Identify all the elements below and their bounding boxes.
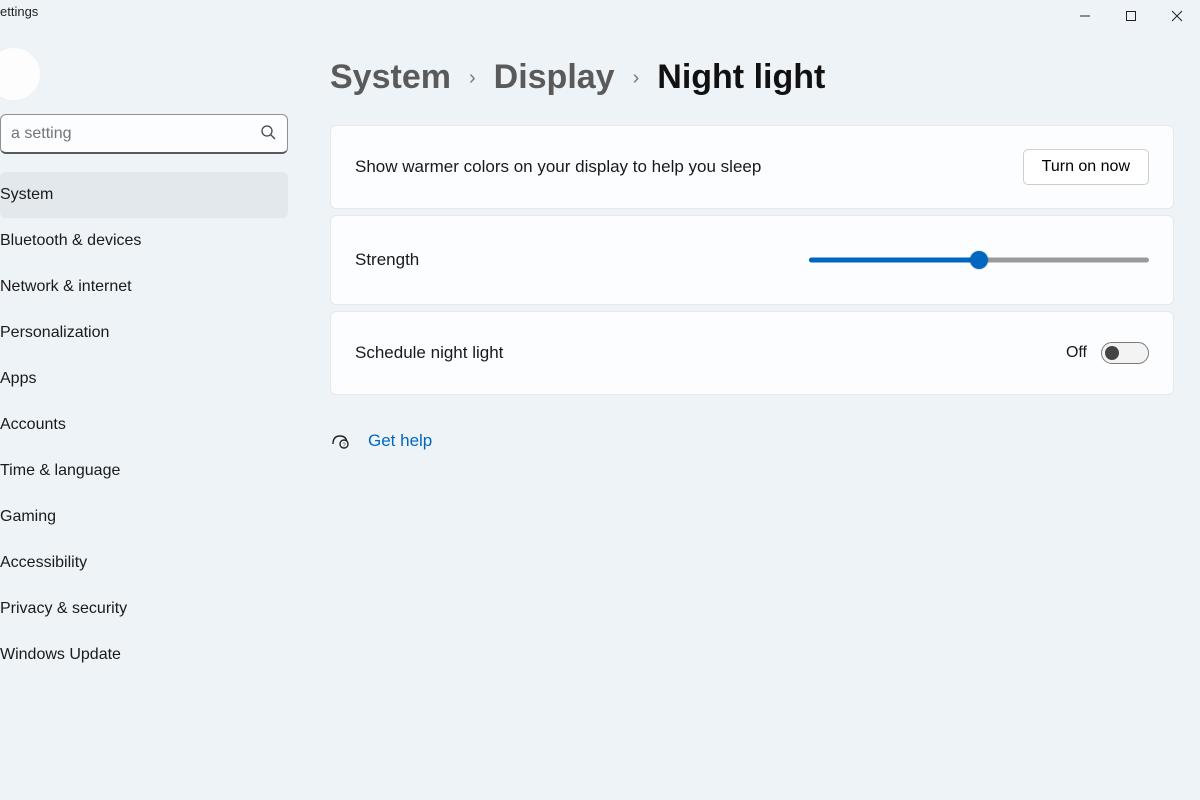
close-icon <box>1171 10 1183 22</box>
title-bar: ettings <box>0 0 1200 36</box>
minimize-button[interactable] <box>1062 0 1108 32</box>
slider-fill <box>809 258 979 263</box>
schedule-label: Schedule night light <box>355 343 503 363</box>
sidebar-item-label: Gaming <box>0 508 56 526</box>
minimize-icon <box>1079 10 1091 22</box>
help-link[interactable]: Get help <box>368 431 432 451</box>
search-wrap <box>0 114 288 154</box>
strength-label: Strength <box>355 250 419 270</box>
turn-on-button[interactable]: Turn on now <box>1023 149 1149 185</box>
sidebar-item-label: Privacy & security <box>0 600 127 618</box>
help-row: ? Get help <box>330 429 1174 453</box>
maximize-button[interactable] <box>1108 0 1154 32</box>
window-title: ettings <box>0 0 38 19</box>
search-input[interactable] <box>0 114 288 154</box>
main-content: System › Display › Night light Show warm… <box>330 58 1174 800</box>
sidebar-item-label: Personalization <box>0 324 109 342</box>
toggle-knob <box>1105 346 1119 360</box>
strength-slider[interactable] <box>809 250 1149 270</box>
maximize-icon <box>1125 10 1137 22</box>
card-strength: Strength <box>330 215 1174 305</box>
sidebar-item-personalization[interactable]: Personalization <box>0 310 288 356</box>
sidebar-item-apps[interactable]: Apps <box>0 356 288 402</box>
sidebar-item-bluetooth[interactable]: Bluetooth & devices <box>0 218 288 264</box>
sidebar-nav: System Bluetooth & devices Network & int… <box>0 172 298 678</box>
sidebar-item-label: Windows Update <box>0 646 121 664</box>
sidebar-item-accessibility[interactable]: Accessibility <box>0 540 288 586</box>
slider-thumb[interactable] <box>970 251 988 269</box>
window-controls <box>1062 0 1200 32</box>
page-title: Night light <box>657 58 825 97</box>
help-icon: ? <box>330 429 350 453</box>
sidebar-item-label: Apps <box>0 370 36 388</box>
sidebar-item-system[interactable]: System <box>0 172 288 218</box>
sidebar-item-update[interactable]: Windows Update <box>0 632 288 678</box>
sidebar: System Bluetooth & devices Network & int… <box>0 40 298 800</box>
sidebar-item-label: Network & internet <box>0 278 132 296</box>
sidebar-item-label: Accounts <box>0 416 66 434</box>
breadcrumb-system[interactable]: System <box>330 58 451 97</box>
sidebar-item-label: Time & language <box>0 462 120 480</box>
description-text: Show warmer colors on your display to he… <box>355 157 761 177</box>
close-button[interactable] <box>1154 0 1200 32</box>
sidebar-item-privacy[interactable]: Privacy & security <box>0 586 288 632</box>
sidebar-item-time[interactable]: Time & language <box>0 448 288 494</box>
sidebar-item-label: Bluetooth & devices <box>0 232 141 250</box>
chevron-right-icon: › <box>633 67 640 90</box>
sidebar-item-network[interactable]: Network & internet <box>0 264 288 310</box>
breadcrumb: System › Display › Night light <box>330 58 1174 97</box>
sidebar-item-label: System <box>0 186 53 204</box>
search-icon <box>260 124 276 144</box>
card-description: Show warmer colors on your display to he… <box>330 125 1174 209</box>
sidebar-item-gaming[interactable]: Gaming <box>0 494 288 540</box>
account-row[interactable] <box>0 40 298 108</box>
schedule-toggle[interactable] <box>1101 342 1149 364</box>
schedule-state: Off <box>1066 344 1087 362</box>
avatar <box>0 48 40 100</box>
sidebar-item-label: Accessibility <box>0 554 87 572</box>
chevron-right-icon: › <box>469 67 476 90</box>
card-schedule: Schedule night light Off <box>330 311 1174 395</box>
sidebar-item-accounts[interactable]: Accounts <box>0 402 288 448</box>
breadcrumb-display[interactable]: Display <box>494 58 615 97</box>
